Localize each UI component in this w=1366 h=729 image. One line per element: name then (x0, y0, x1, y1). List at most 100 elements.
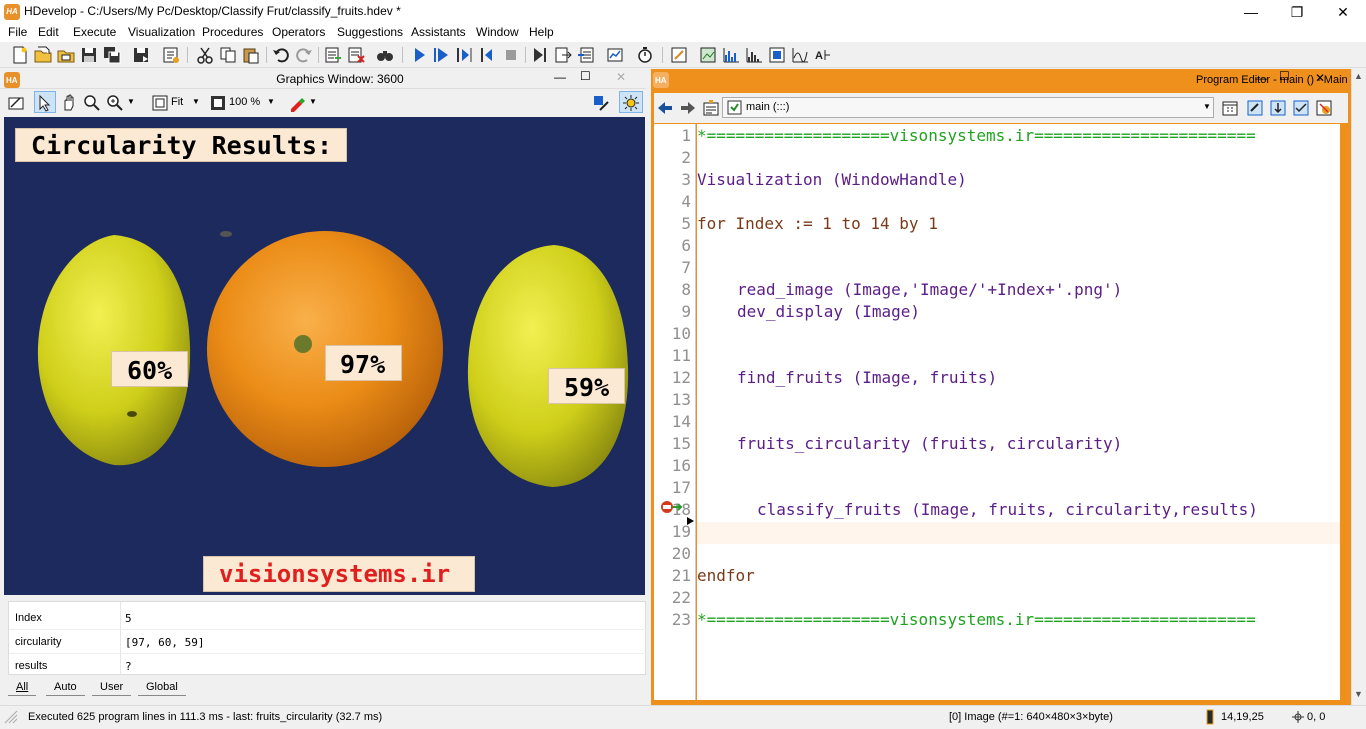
graphics-canvas[interactable]: Circularity Results: 60% 97% 59% visions… (4, 117, 645, 595)
percent-dropdown-chevron-icon[interactable]: ▼ (267, 97, 275, 106)
step-out-icon[interactable] (554, 46, 572, 64)
tab-all[interactable]: All (8, 680, 37, 696)
forward-arrow-icon[interactable] (679, 99, 697, 117)
color-dropdown-chevron-icon[interactable]: ▼ (309, 97, 317, 106)
magnifier-icon[interactable] (83, 94, 101, 112)
redo-icon[interactable] (295, 46, 313, 64)
editor-maximize-button[interactable]: ☐ (1279, 69, 1290, 83)
zoom-percent-icon[interactable] (209, 94, 227, 112)
menu-suggestions[interactable]: Suggestions (337, 25, 403, 39)
save-icon[interactable] (80, 46, 98, 64)
procedure-list-icon[interactable] (702, 99, 720, 117)
window-clear-icon[interactable] (592, 94, 610, 112)
menu-help[interactable]: Help (529, 25, 554, 39)
save-all-icon[interactable] (103, 46, 121, 64)
zoom-percent-value[interactable]: 100 % (229, 96, 260, 108)
menu-edit[interactable]: Edit (38, 25, 59, 39)
scroll-down-icon[interactable]: ▼ (1354, 689, 1363, 699)
open-recent-icon[interactable] (57, 46, 75, 64)
zoom-dropdown-chevron-icon[interactable]: ▼ (127, 97, 135, 106)
graphics-minimize-button[interactable]: — (554, 70, 566, 84)
scroll-up-icon[interactable]: ▲ (1354, 71, 1363, 81)
new-file-icon[interactable] (11, 46, 29, 64)
back-arrow-icon[interactable] (656, 99, 674, 117)
code-line[interactable]: read_image (Image,'Image/'+Index+'.png') (737, 280, 1122, 299)
menu-operators[interactable]: Operators (272, 25, 325, 39)
step-into-procedure-icon[interactable] (1269, 99, 1287, 117)
code-line[interactable]: find_fruits (Image, fruits) (737, 368, 997, 387)
graphics-settings-icon[interactable] (7, 94, 25, 112)
paste-icon[interactable] (242, 46, 260, 64)
histogram-icon[interactable] (722, 46, 740, 64)
code-line[interactable]: dev_display (Image) (737, 302, 920, 321)
code-line[interactable]: *===================visonsystems.ir=====… (697, 610, 1256, 629)
procedure-select[interactable]: main (:::) ▼ (722, 97, 1214, 118)
code-line[interactable]: Visualization (WindowHandle) (697, 170, 967, 189)
tab-auto[interactable]: Auto (46, 680, 85, 696)
image-inspect-icon[interactable] (699, 46, 717, 64)
pointer-icon[interactable] (36, 94, 54, 112)
step-forward-icon[interactable] (531, 46, 549, 64)
fit-window-icon[interactable] (151, 94, 169, 112)
code-line[interactable]: classify_fruits (Image, fruits, circular… (757, 500, 1258, 519)
menu-window[interactable]: Window (476, 25, 519, 39)
run-to-insert-icon[interactable] (433, 46, 451, 64)
menu-procedures[interactable]: Procedures (202, 25, 263, 39)
run-icon[interactable] (410, 46, 428, 64)
undo-icon[interactable] (272, 46, 290, 64)
fit-dropdown-chevron-icon[interactable]: ▼ (192, 97, 200, 106)
reset-program-icon[interactable] (577, 46, 595, 64)
close-button[interactable]: ✕ (1320, 2, 1366, 22)
gray-features-icon[interactable] (791, 46, 809, 64)
chevron-down-icon[interactable]: ▼ (1203, 102, 1211, 111)
sun-icon[interactable] (622, 94, 640, 112)
menu-visualization[interactable]: Visualization (128, 25, 195, 39)
menu-execute[interactable]: Execute (73, 25, 116, 39)
step-over-icon[interactable] (456, 46, 474, 64)
variable-row[interactable]: circularity [97, 60, 59] (9, 630, 647, 654)
ocr-assistant-icon[interactable]: A (814, 46, 832, 64)
tab-user[interactable]: User (92, 680, 132, 696)
variable-row[interactable]: results ? (9, 654, 647, 678)
edit-procedure-icon[interactable] (1246, 99, 1264, 117)
open-file-icon[interactable] (34, 46, 52, 64)
tab-global[interactable]: Global (138, 680, 186, 696)
pc-breakpoint-marker-icon[interactable] (660, 499, 684, 515)
code-line[interactable]: *===================visonsystems.ir=====… (697, 126, 1256, 145)
code-area[interactable]: *===================visonsystems.ir=====… (697, 124, 1340, 700)
draw-color-icon[interactable] (288, 94, 306, 112)
minimize-button[interactable]: — (1228, 2, 1274, 22)
graphics-close-button[interactable]: ✕ (616, 70, 626, 84)
step-into-icon[interactable] (479, 46, 497, 64)
editor-close-button[interactable]: ✕ (1315, 71, 1325, 85)
line-profile-icon[interactable] (745, 46, 763, 64)
delete-line-icon[interactable] (347, 46, 365, 64)
procedure-settings-icon[interactable] (1315, 99, 1333, 117)
properties-icon[interactable] (162, 46, 180, 64)
calendar-icon[interactable] (1221, 99, 1239, 117)
editor-minimize-button[interactable]: — (1255, 71, 1267, 85)
vertical-scrollbar[interactable]: ▲ ▼ (1351, 69, 1366, 705)
timer-icon[interactable] (636, 46, 654, 64)
save-as-icon[interactable] (132, 46, 150, 64)
cut-icon[interactable] (196, 46, 214, 64)
code-line[interactable]: for Index := 1 to 14 by 1 (697, 214, 938, 233)
region-features-icon[interactable] (768, 46, 786, 64)
binoculars-icon[interactable] (376, 46, 394, 64)
menu-assistants[interactable]: Assistants (411, 25, 466, 39)
graphics-maximize-button[interactable]: ☐ (580, 69, 591, 83)
profiler-icon[interactable] (606, 46, 624, 64)
code-line[interactable]: endfor (697, 566, 755, 585)
zoom-icon[interactable] (106, 94, 124, 112)
hand-pan-icon[interactable] (60, 94, 78, 112)
maximize-button[interactable]: ❐ (1274, 2, 1320, 22)
procedure-check-icon[interactable] (1292, 99, 1310, 117)
zoom-fit-label[interactable]: Fit (171, 96, 183, 108)
assistant-icon[interactable] (670, 46, 688, 64)
copy-icon[interactable] (219, 46, 237, 64)
stop-icon[interactable] (502, 46, 520, 64)
variable-row[interactable]: Index 5 (9, 606, 647, 630)
menu-file[interactable]: File (8, 25, 27, 39)
code-line[interactable]: fruits_circularity (fruits, circularity) (737, 434, 1122, 453)
insert-line-icon[interactable] (324, 46, 342, 64)
